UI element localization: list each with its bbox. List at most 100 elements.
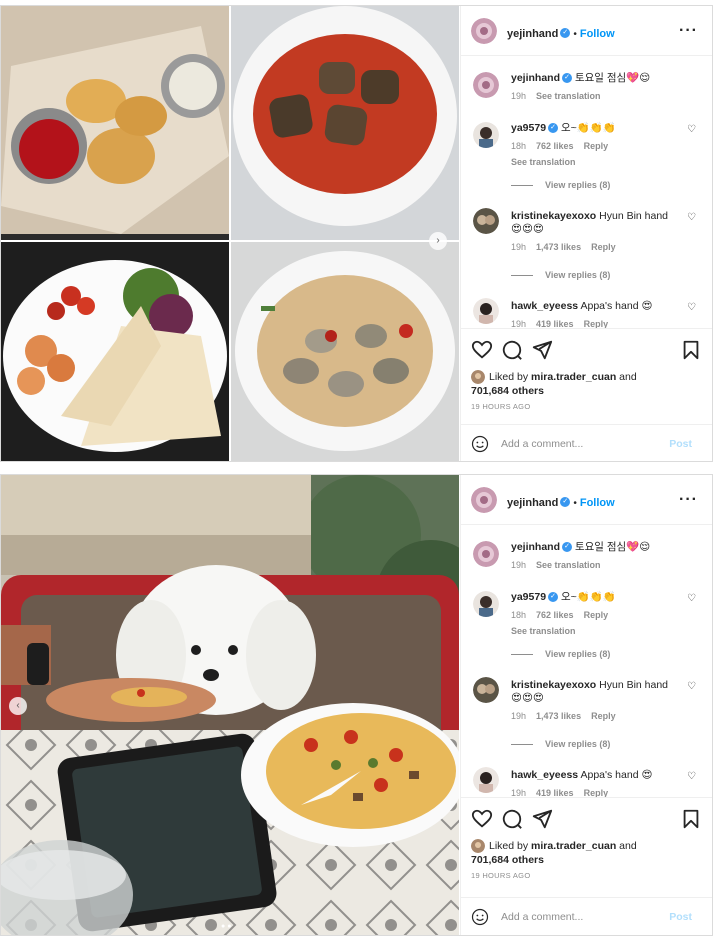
commenter-avatar[interactable] bbox=[473, 591, 499, 617]
comment-text: Appa's hand 😍 bbox=[580, 300, 653, 312]
comment-likes[interactable]: 762 likes bbox=[536, 141, 574, 151]
add-comment-bar: Post bbox=[461, 424, 712, 463]
share-icon[interactable] bbox=[531, 339, 553, 361]
liked-by-user[interactable]: mira.trader_cuan bbox=[531, 840, 616, 852]
liked-by-prefix: Liked by bbox=[489, 840, 529, 852]
see-translation-link[interactable]: See translation bbox=[536, 91, 601, 101]
heart-icon[interactable] bbox=[471, 808, 493, 830]
commenter-username[interactable]: ya9579 bbox=[511, 122, 546, 134]
comment-text: 오~👏👏👏 bbox=[560, 122, 616, 134]
reply-button[interactable]: Reply bbox=[584, 141, 609, 151]
post-actions-bar bbox=[461, 797, 712, 843]
comments-list[interactable]: yejinhand ✓ 토요일 점심💖😌 19h See translation y… bbox=[461, 525, 712, 797]
liked-by-user[interactable]: mira.trader_cuan bbox=[531, 371, 616, 383]
likes-count[interactable]: 701,684 others bbox=[471, 854, 544, 866]
author-username[interactable]: yejinhand bbox=[507, 497, 558, 509]
comment-text: 오~👏👏👏 bbox=[560, 591, 616, 603]
reply-button[interactable]: Reply bbox=[591, 242, 616, 252]
view-replies-button[interactable]: View replies (8) bbox=[511, 739, 610, 749]
post-timestamp[interactable]: 19 HOURS AGO bbox=[471, 402, 530, 411]
view-replies-button[interactable]: View replies (8) bbox=[511, 180, 610, 190]
author-avatar[interactable] bbox=[471, 487, 497, 513]
commenter-username[interactable]: hawk_eyeess bbox=[511, 300, 578, 312]
see-translation-link[interactable]: See translation bbox=[511, 625, 678, 638]
comment-likes[interactable]: 419 likes bbox=[536, 788, 574, 797]
comment-time: 18h bbox=[511, 141, 527, 151]
liker-avatar[interactable] bbox=[471, 370, 485, 385]
caption-time: 19h bbox=[511, 91, 527, 101]
post-2: ‹ ●● yejinhand ✓ • Follow ··· yejinhand ✓ 토요… bbox=[0, 474, 713, 936]
author-avatar[interactable] bbox=[473, 72, 499, 98]
emoji-icon[interactable] bbox=[471, 908, 489, 926]
commenter-avatar[interactable] bbox=[473, 208, 499, 234]
author-avatar[interactable] bbox=[471, 18, 497, 44]
comment-like-heart-icon[interactable]: ♡ bbox=[687, 681, 696, 692]
commenter-avatar[interactable] bbox=[473, 298, 499, 324]
comment-likes[interactable]: 1,473 likes bbox=[536, 711, 581, 721]
post-timestamp[interactable]: 19 HOURS AGO bbox=[471, 871, 530, 880]
commenter-username[interactable]: kristinekayexoxo bbox=[511, 679, 596, 691]
reply-button[interactable]: Reply bbox=[584, 788, 609, 797]
comment-like-heart-icon[interactable]: ♡ bbox=[687, 124, 696, 135]
comment-time: 19h bbox=[511, 242, 527, 252]
follow-button[interactable]: Follow bbox=[580, 28, 615, 40]
dog-pizza-image bbox=[1, 475, 459, 935]
reply-button[interactable]: Reply bbox=[584, 610, 609, 620]
reply-button[interactable]: Reply bbox=[591, 711, 616, 721]
comment-row: hawk_eyeess Appa's hand 😍 19h 419 likes Re… bbox=[473, 296, 702, 328]
see-translation-link[interactable]: See translation bbox=[511, 156, 678, 169]
comment-icon[interactable] bbox=[501, 339, 523, 361]
commenter-username[interactable]: hawk_eyeess bbox=[511, 769, 578, 781]
commenter-avatar[interactable] bbox=[473, 122, 499, 148]
post-1-photo-collage[interactable]: › bbox=[1, 6, 459, 461]
author-avatar[interactable] bbox=[473, 541, 499, 567]
more-options-icon[interactable]: ··· bbox=[679, 491, 698, 509]
commenter-username[interactable]: ya9579 bbox=[511, 591, 546, 603]
more-options-icon[interactable]: ··· bbox=[679, 22, 698, 40]
comment-icon[interactable] bbox=[501, 808, 523, 830]
share-icon[interactable] bbox=[531, 808, 553, 830]
reply-button[interactable]: Reply bbox=[584, 319, 609, 328]
see-translation-link[interactable]: See translation bbox=[536, 560, 601, 570]
comment-time: 18h bbox=[511, 610, 527, 620]
add-comment-input[interactable] bbox=[501, 435, 651, 453]
comment-likes[interactable]: 419 likes bbox=[536, 319, 574, 328]
post-header: yejinhand ✓ • Follow ··· bbox=[461, 475, 712, 525]
view-replies-button[interactable]: View replies (8) bbox=[511, 270, 610, 280]
bookmark-icon[interactable] bbox=[680, 808, 702, 830]
comment-likes[interactable]: 762 likes bbox=[536, 610, 574, 620]
bookmark-icon[interactable] bbox=[680, 339, 702, 361]
liked-by-line: Liked by mira.trader_cuan and 701,684 oth… bbox=[471, 839, 702, 867]
comment-like-heart-icon[interactable]: ♡ bbox=[687, 771, 696, 782]
author-username[interactable]: yejinhand bbox=[507, 28, 558, 40]
liked-by-prefix: Liked by bbox=[489, 371, 529, 383]
follow-button[interactable]: Follow bbox=[580, 497, 615, 509]
post-2-photo[interactable]: ‹ ●● bbox=[1, 475, 459, 935]
caption-username[interactable]: yejinhand bbox=[511, 72, 560, 84]
view-replies-button[interactable]: View replies (8) bbox=[511, 649, 610, 659]
verified-badge-icon: ✓ bbox=[548, 592, 559, 603]
carousel-prev-icon[interactable]: ‹ bbox=[9, 697, 27, 715]
comment-like-heart-icon[interactable]: ♡ bbox=[687, 302, 696, 313]
comment-likes[interactable]: 1,473 likes bbox=[536, 242, 581, 252]
carousel-next-icon[interactable]: › bbox=[429, 232, 447, 250]
commenter-avatar[interactable] bbox=[473, 767, 499, 793]
comments-list[interactable]: yejinhand ✓ 토요일 점심💖😌 19h See translation y… bbox=[461, 56, 712, 328]
heart-icon[interactable] bbox=[471, 339, 493, 361]
comment-like-heart-icon[interactable]: ♡ bbox=[687, 212, 696, 223]
commenter-username[interactable]: kristinekayexoxo bbox=[511, 210, 596, 222]
comment-row: hawk_eyeess Appa's hand 😍 19h 419 likes Re… bbox=[473, 765, 702, 797]
caption-text: 토요일 점심💖😌 bbox=[574, 72, 651, 84]
caption-username[interactable]: yejinhand bbox=[511, 541, 560, 553]
comment-row: ya9579 ✓ 오~👏👏👏 18h 762 likes Reply See tran… bbox=[473, 118, 702, 168]
comment-like-heart-icon[interactable]: ♡ bbox=[687, 593, 696, 604]
liker-avatar[interactable] bbox=[471, 839, 485, 854]
emoji-icon[interactable] bbox=[471, 435, 489, 453]
post-comment-button[interactable]: Post bbox=[669, 438, 692, 450]
post-header: yejinhand ✓ • Follow ··· bbox=[461, 6, 712, 56]
commenter-avatar[interactable] bbox=[473, 677, 499, 703]
likes-count[interactable]: 701,684 others bbox=[471, 385, 544, 397]
verified-badge-icon: ✓ bbox=[560, 27, 571, 38]
post-comment-button[interactable]: Post bbox=[669, 911, 692, 923]
add-comment-input[interactable] bbox=[501, 908, 651, 926]
